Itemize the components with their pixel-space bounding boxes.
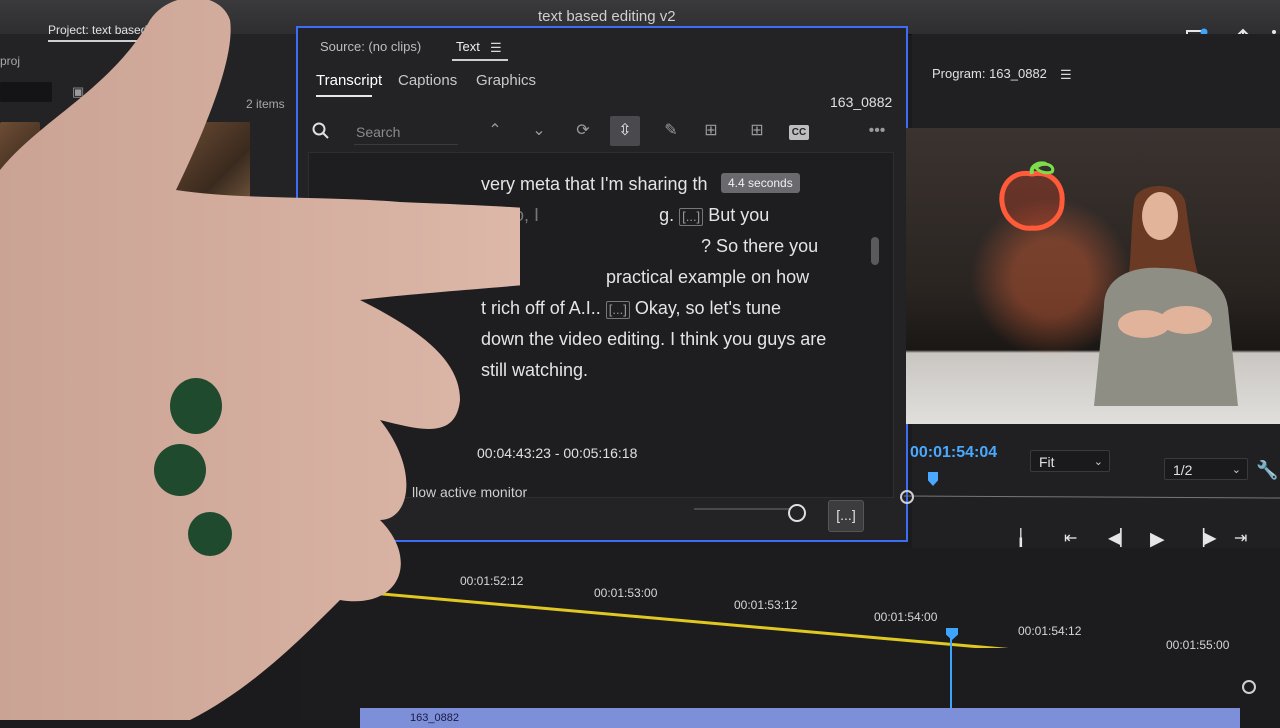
search-icon[interactable] bbox=[312, 122, 329, 139]
clip-thumbnail[interactable] bbox=[0, 122, 40, 232]
folder-icon[interactable]: ▣ bbox=[72, 84, 84, 100]
pause-marker[interactable]: [...] bbox=[605, 301, 630, 319]
step-back-icon[interactable]: ◀▏ bbox=[1108, 528, 1133, 548]
follow-active-monitor-label[interactable]: llow active monitor bbox=[412, 484, 527, 500]
timeline-work-area-bar[interactable] bbox=[360, 578, 1240, 648]
timeline-clip[interactable] bbox=[360, 708, 1240, 728]
search-input[interactable] bbox=[354, 120, 458, 145]
project-file-name: proj bbox=[0, 54, 21, 68]
timeline-clip-label: 163_0882 bbox=[410, 712, 459, 724]
add-marker-icon[interactable]: ╽ bbox=[1016, 528, 1026, 548]
speaker-icon[interactable]: ⊞ bbox=[696, 116, 726, 146]
segment-timecode: 00:04:43:23 - 00:05:16:18 bbox=[477, 445, 638, 461]
text-panel: Source: (no clips) Text ☰ Transcript Cap… bbox=[296, 26, 908, 542]
clip-thumbnail[interactable] bbox=[172, 122, 250, 232]
transcript-toolbar: ⌃ ⌄ ⟳ ⇳ ✎ ⊞ ⊞ CC ••• bbox=[298, 116, 906, 156]
transcript-text[interactable]: very meta that I'm sharing th her video,… bbox=[481, 169, 861, 386]
presenter-figure bbox=[1094, 186, 1238, 406]
transcript-line: t rich off of A.I.. [...] Okay, so let's… bbox=[481, 298, 781, 319]
project-tab[interactable]: Project: text based bbox=[48, 23, 148, 42]
transcript-line: still watching. bbox=[481, 360, 589, 380]
go-to-in-icon[interactable]: ⇤ bbox=[1064, 528, 1077, 548]
project-panel: Project: text based proj ▣ 2 items bbox=[0, 23, 298, 274]
neon-peach-sign bbox=[999, 161, 1065, 231]
active-subtab-indicator bbox=[316, 95, 372, 97]
panel-menu-icon[interactable]: ☰ bbox=[1060, 67, 1072, 83]
program-monitor-title[interactable]: Program: 163_0882 bbox=[932, 66, 1047, 81]
chevron-down-icon: ⌄ bbox=[1231, 464, 1241, 476]
transcript-line: very meta that I'm sharing th her bbox=[481, 174, 764, 194]
program-time-ruler[interactable] bbox=[904, 484, 1280, 500]
go-to-out-icon[interactable]: ⇥ bbox=[1234, 528, 1247, 548]
transcript-line: ? So there you bbox=[701, 236, 819, 256]
pause-marker[interactable]: [...] bbox=[679, 208, 704, 226]
text-size-slider-handle[interactable] bbox=[788, 504, 806, 522]
project-search-field[interactable] bbox=[0, 82, 52, 102]
transcript-line: practical example on how bbox=[606, 267, 810, 287]
clip-name: 163_0882 bbox=[830, 94, 893, 110]
chevron-down-icon: ⌄ bbox=[1093, 456, 1103, 468]
pause-duration-tooltip: 4.4 seconds bbox=[721, 173, 800, 193]
window-title: text based editing v2 bbox=[538, 8, 676, 25]
step-forward-icon[interactable]: ▕▶ bbox=[1192, 528, 1217, 548]
zoom-level-select[interactable]: Fit ⌄ bbox=[1030, 450, 1110, 472]
panel-header: Source: (no clips) Text ☰ bbox=[298, 28, 906, 66]
transcript-line: down the video editing. I think you guys… bbox=[481, 329, 827, 349]
text-size-slider-track[interactable] bbox=[694, 508, 790, 510]
chevron-down-icon[interactable]: ⌄ bbox=[524, 116, 554, 146]
text-tab[interactable]: Text bbox=[456, 39, 480, 54]
transcript-scrollbar[interactable] bbox=[871, 237, 879, 265]
playback-resolution-select[interactable]: 1/2 ⌄ bbox=[1164, 458, 1248, 480]
tab-transcript[interactable]: Transcript bbox=[316, 72, 382, 89]
chevron-up-icon[interactable]: ⌃ bbox=[480, 116, 510, 146]
program-video-frame[interactable] bbox=[906, 128, 1280, 424]
program-timecode[interactable]: 00:01:54:04 bbox=[910, 444, 997, 462]
tab-graphics[interactable]: Graphics bbox=[476, 72, 536, 89]
tab-captions[interactable]: Captions bbox=[398, 72, 457, 89]
program-monitor: Program: 163_0882 ☰ 00:01:54:04 Fit ⌄ 1/2… bbox=[900, 34, 1280, 584]
refresh-icon[interactable]: ⟳ bbox=[568, 116, 598, 146]
items-count: 2 items bbox=[246, 97, 285, 111]
timeline-panel: 52:00 00:01:52:12 00:01:53:00 00:01:53:1… bbox=[300, 548, 1280, 728]
transcript-line: video, I g. [...] But you bbox=[481, 205, 770, 226]
timeline-tick-label: 52:00 bbox=[356, 564, 387, 578]
speaker-icon[interactable]: ⊞ bbox=[742, 116, 772, 146]
more-icon[interactable]: ••• bbox=[862, 116, 892, 146]
in-point-handle[interactable] bbox=[900, 490, 914, 504]
panel-menu-icon[interactable]: ☰ bbox=[490, 40, 502, 56]
settings-wrench-icon[interactable]: 🔧 bbox=[1256, 460, 1278, 481]
active-tab-indicator bbox=[452, 59, 508, 61]
timeline-zoom-handle[interactable] bbox=[1242, 680, 1256, 694]
cc-icon[interactable]: CC bbox=[784, 116, 814, 146]
source-tab[interactable]: Source: (no clips) bbox=[320, 39, 421, 54]
transcript-area[interactable]: very meta that I'm sharing th her video,… bbox=[308, 152, 894, 498]
pause-toggle-button[interactable]: [...] bbox=[828, 500, 864, 532]
pencil-icon[interactable]: ✎ bbox=[656, 116, 686, 146]
split-segment-icon[interactable]: ⇳ bbox=[610, 116, 640, 146]
